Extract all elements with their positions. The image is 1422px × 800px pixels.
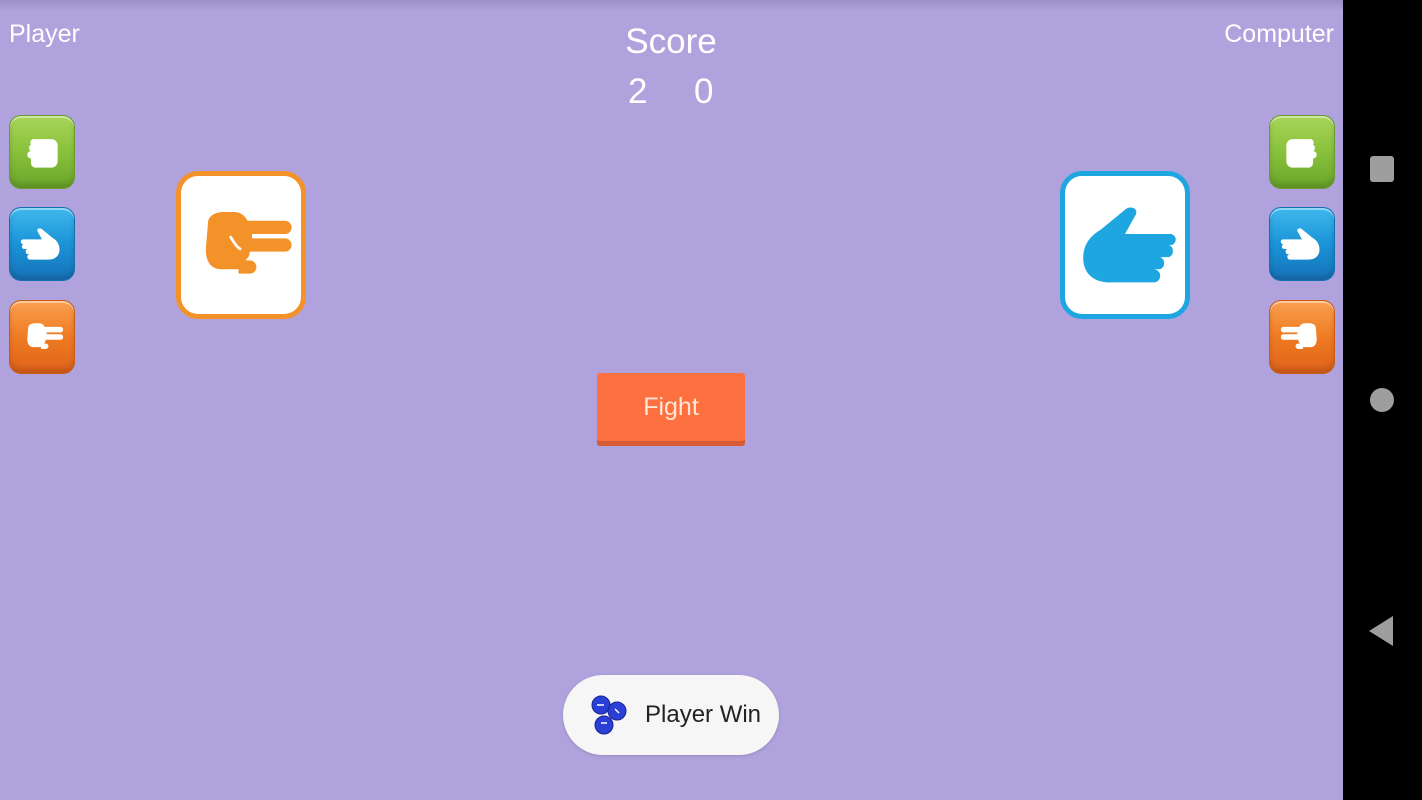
paper-hand-icon	[1070, 190, 1180, 300]
player-scissors-button[interactable]	[9, 300, 75, 374]
player-paper-button[interactable]	[9, 207, 75, 281]
paper-hand-icon	[1279, 221, 1325, 267]
rock-fist-icon	[19, 129, 65, 175]
player-selected-choice	[176, 171, 306, 319]
player-score: 2	[628, 72, 648, 111]
computer-score: 0	[694, 72, 714, 111]
computer-paper-button	[1269, 207, 1335, 281]
home-icon[interactable]	[1370, 388, 1394, 412]
computer-rock-button	[1269, 115, 1335, 189]
computer-label: Computer	[1224, 20, 1334, 48]
fight-button[interactable]: Fight	[597, 373, 745, 441]
game-screen: Player Computer Score 2 0 Fight Player W…	[0, 0, 1343, 800]
result-toast: Player Win	[563, 675, 779, 755]
computer-selected-choice	[1060, 171, 1190, 319]
status-bar-shadow	[0, 0, 1343, 12]
computer-scissors-button	[1269, 300, 1335, 374]
player-rock-button[interactable]	[9, 115, 75, 189]
app-icon	[591, 695, 627, 735]
rock-fist-icon	[1279, 129, 1325, 175]
back-icon[interactable]	[1369, 616, 1393, 646]
score-title: Score	[625, 22, 717, 61]
scissors-hand-icon	[1279, 314, 1325, 360]
toast-message: Player Win	[645, 701, 762, 728]
player-label: Player	[9, 20, 80, 48]
scissors-hand-icon	[19, 314, 65, 360]
android-nav-bar	[1343, 0, 1422, 800]
paper-hand-icon	[19, 221, 65, 267]
scissors-hand-icon	[186, 190, 296, 300]
recent-apps-icon[interactable]	[1370, 156, 1394, 182]
